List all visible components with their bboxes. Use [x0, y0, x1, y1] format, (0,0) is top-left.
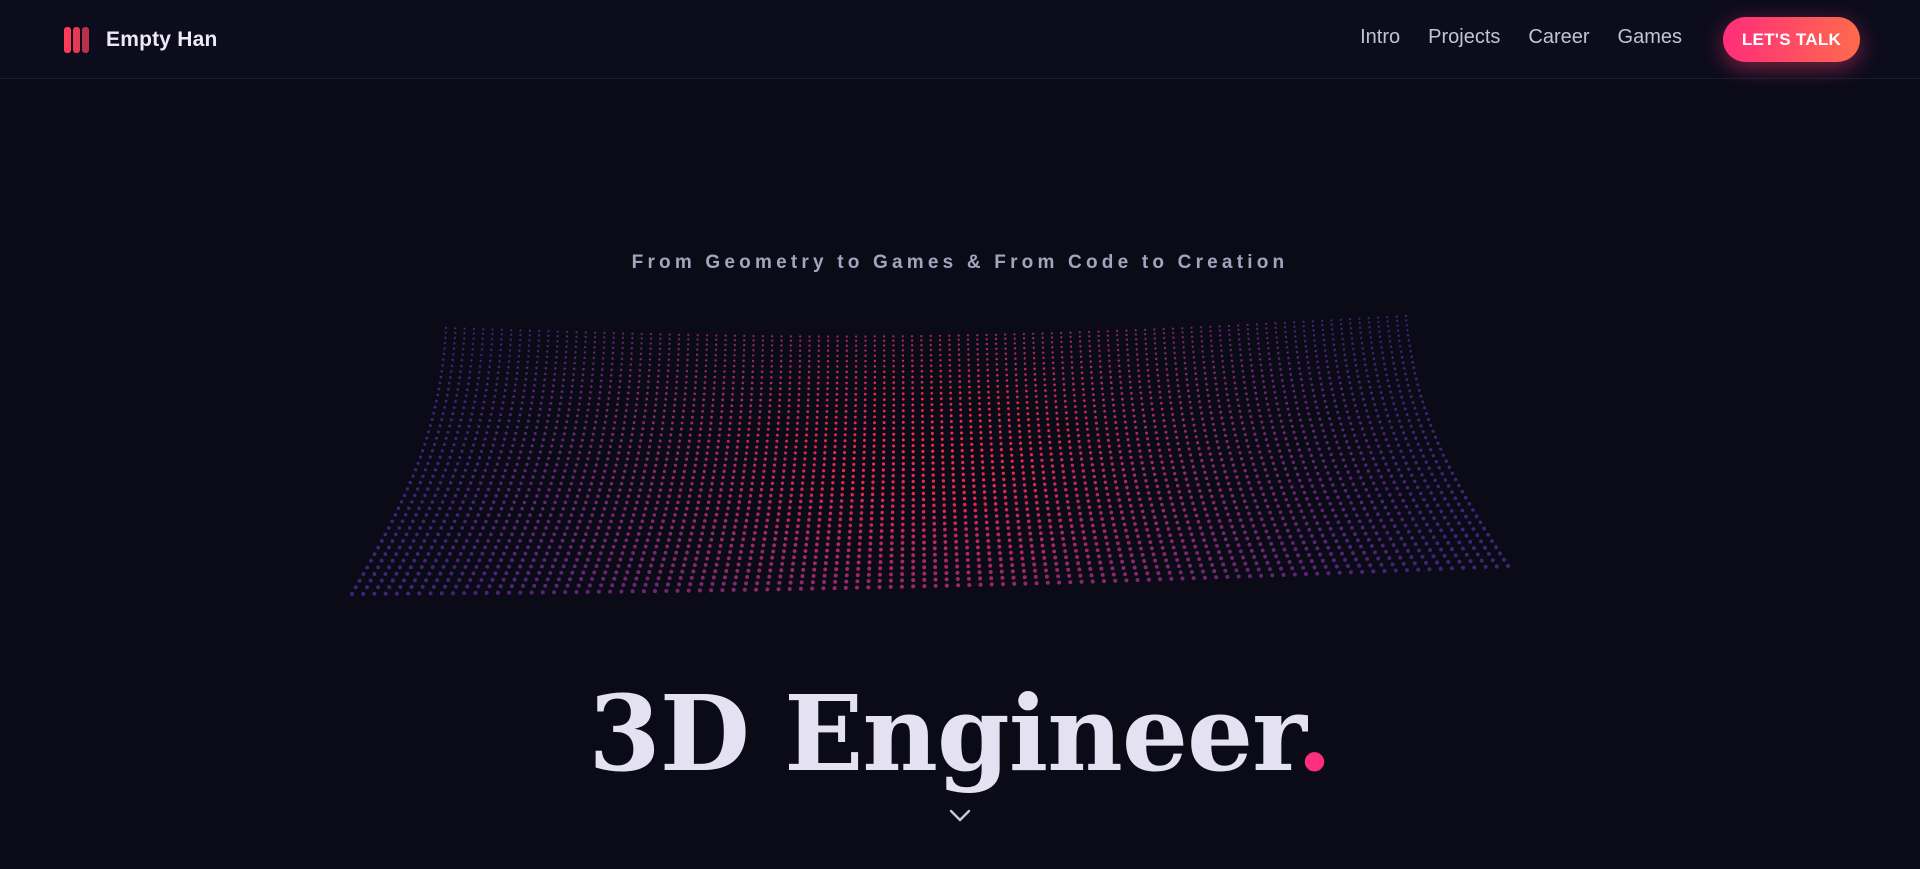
- dot-grid-wave-graphic: [350, 314, 1510, 596]
- hero-tagline: From Geometry to Games & From Code to Cr…: [631, 252, 1289, 273]
- lets-talk-button[interactable]: LET'S TALK: [1723, 17, 1860, 62]
- brand-name: Empty Han: [106, 28, 218, 51]
- chevron-down-icon[interactable]: [948, 806, 972, 824]
- page: Empty Han Intro Projects Career Games LE…: [0, 0, 1920, 869]
- nav-link-projects[interactable]: Projects: [1428, 26, 1500, 49]
- hero-title: 3D Engineer.: [0, 681, 1920, 786]
- top-navbar: Empty Han Intro Projects Career Games LE…: [0, 0, 1920, 79]
- hero-title-text: 3D Engineer: [588, 671, 1297, 795]
- nav-link-intro[interactable]: Intro: [1360, 26, 1400, 49]
- logo-bars-icon: [64, 27, 90, 53]
- brand-home-link[interactable]: Empty Han: [64, 27, 218, 53]
- nav-link-career[interactable]: Career: [1528, 26, 1589, 49]
- main-nav: Intro Projects Career Games: [1360, 26, 1682, 49]
- nav-link-games[interactable]: Games: [1618, 26, 1682, 49]
- hero-title-accent-dot: .: [1296, 671, 1332, 795]
